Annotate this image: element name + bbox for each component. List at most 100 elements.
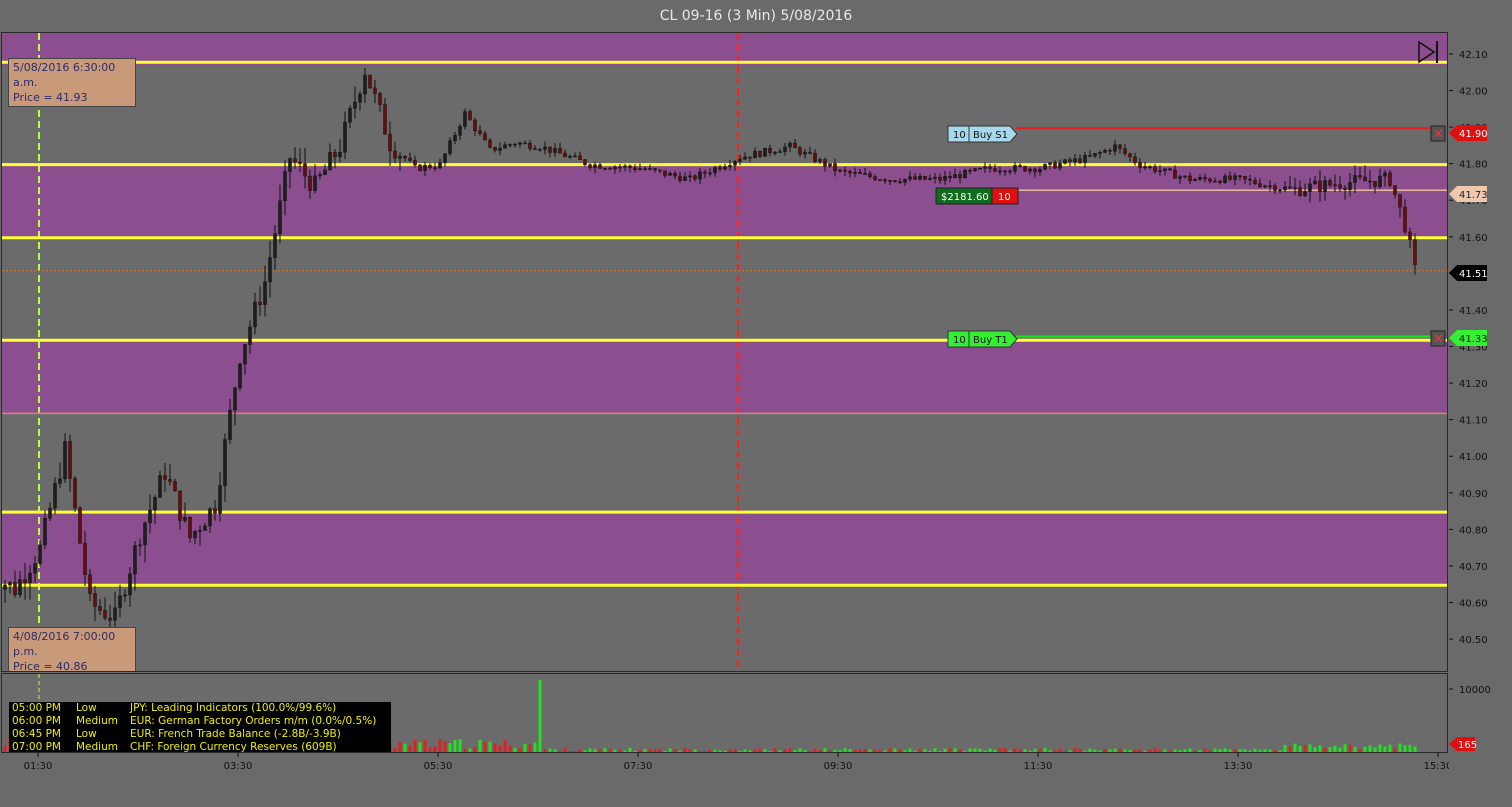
cancel-target-button[interactable]: ✕	[1430, 330, 1446, 347]
target-order-tag[interactable]: 10 Buy T1	[947, 330, 1018, 348]
candle-body	[338, 151, 342, 158]
info-date: 4/08/2016 7:00:00 p.m.	[13, 630, 116, 658]
candle-body	[838, 169, 842, 172]
candle-body	[928, 178, 932, 180]
volume-bar	[1268, 749, 1272, 752]
candle-body	[53, 483, 57, 509]
candle-body	[1363, 176, 1367, 182]
candle-body	[1228, 175, 1232, 180]
cancel-stop-button[interactable]: ✕	[1430, 125, 1446, 142]
volume-tick: 10000	[1459, 685, 1491, 696]
buy-stop-order-tag[interactable]: 10 Buy S1	[947, 125, 1018, 143]
candle-body	[263, 281, 267, 305]
volume-bar	[928, 750, 932, 752]
volume-bar	[1113, 748, 1117, 752]
volume-bar	[898, 749, 902, 752]
candle-body	[953, 174, 957, 179]
crosshair-info-top: 5/08/2016 6:30:00 a.m. Price = 41.93	[8, 58, 136, 107]
volume-bar	[1078, 748, 1082, 752]
candle-body	[98, 606, 102, 611]
candle-body	[1298, 187, 1302, 196]
volume-bar	[1018, 749, 1022, 752]
volume-bar	[808, 750, 812, 752]
volume-bar	[1228, 749, 1232, 752]
volume-bar	[1368, 745, 1372, 752]
volume-bar	[933, 748, 937, 752]
event-impact: Low	[76, 702, 97, 714]
candle-body	[1413, 239, 1417, 265]
price-chart[interactable]: 10 Buy S1 10 Buy T1 $2181.60 10 ✕ ✕	[2, 33, 1448, 672]
candle-body	[258, 301, 262, 305]
entry-price-flag: 41.73	[1449, 186, 1488, 202]
volume-bar	[878, 749, 882, 752]
candle-body	[528, 142, 532, 149]
volume-bar	[1373, 747, 1377, 752]
candle-body	[8, 582, 12, 586]
price-axis[interactable]: 42.1042.0041.9041.8041.7041.6041.5041.40…	[1449, 32, 1512, 672]
candle-body	[1093, 153, 1097, 157]
candle-body	[133, 545, 137, 575]
last-price-label: 41.51	[1459, 269, 1488, 280]
candle-body	[103, 610, 107, 619]
candle-body	[703, 171, 707, 174]
volume-bar	[1338, 747, 1342, 752]
price-chart-panel[interactable]: 10 Buy S1 10 Buy T1 $2181.60 10 ✕ ✕ 5/08…	[1, 32, 1448, 672]
volume-bar	[1093, 749, 1097, 752]
candle-body	[1198, 177, 1202, 180]
volume-bar	[523, 743, 527, 752]
price-tick-label: 42.00	[1459, 87, 1488, 98]
volume-bar	[1383, 746, 1387, 752]
volume-bar	[1388, 744, 1392, 752]
volume-bar	[1063, 750, 1067, 752]
volume-bar	[1168, 750, 1172, 752]
candle-body	[1358, 175, 1362, 178]
candle-body	[1138, 162, 1142, 168]
volume-bar	[418, 742, 422, 752]
volume-bar	[1073, 748, 1077, 752]
volume-bar	[533, 742, 537, 752]
volume-bar	[1218, 749, 1222, 752]
volume-bar	[1213, 748, 1217, 752]
candle-body	[123, 594, 127, 597]
volume-bar	[1033, 748, 1037, 752]
candle-body	[1218, 180, 1222, 183]
candle-body	[408, 157, 412, 161]
candle-body	[1188, 175, 1192, 182]
candle-body	[278, 200, 282, 235]
candle-body	[578, 155, 582, 160]
candle-body	[1388, 172, 1392, 186]
candle-body	[1088, 155, 1092, 157]
volume-bar	[773, 748, 777, 752]
candle-body	[433, 167, 437, 170]
candle-body	[808, 151, 812, 154]
candle-body	[1118, 144, 1122, 149]
position-qty: 10	[998, 192, 1011, 203]
volume-bar	[1293, 743, 1297, 752]
volume-bar	[963, 750, 967, 752]
stop-price-flag: 41.90	[1449, 125, 1488, 141]
candle-body	[1123, 148, 1127, 154]
candle-body	[788, 142, 792, 148]
candle-body	[253, 301, 257, 328]
volume-bar	[978, 748, 982, 752]
candle-body	[148, 509, 152, 524]
candle-body	[1353, 175, 1357, 183]
volume-bar	[993, 749, 997, 752]
volume-bar	[768, 750, 772, 752]
volume-bar	[528, 744, 532, 752]
candle-body	[428, 164, 432, 169]
candle-body	[393, 150, 397, 159]
volume-bar	[393, 747, 397, 752]
volume-bar	[818, 750, 822, 752]
position-tag[interactable]: $2181.60 10	[935, 187, 1019, 205]
volume-bar	[398, 742, 402, 752]
candle-body	[1013, 165, 1017, 172]
candle-body	[48, 507, 52, 519]
candle-body	[183, 517, 187, 521]
candle-body	[1268, 185, 1272, 188]
candle-body	[868, 173, 872, 177]
volume-bar	[1248, 750, 1252, 752]
volume-bar	[848, 749, 852, 752]
candle-body	[878, 179, 882, 181]
volume-bar	[463, 748, 467, 752]
